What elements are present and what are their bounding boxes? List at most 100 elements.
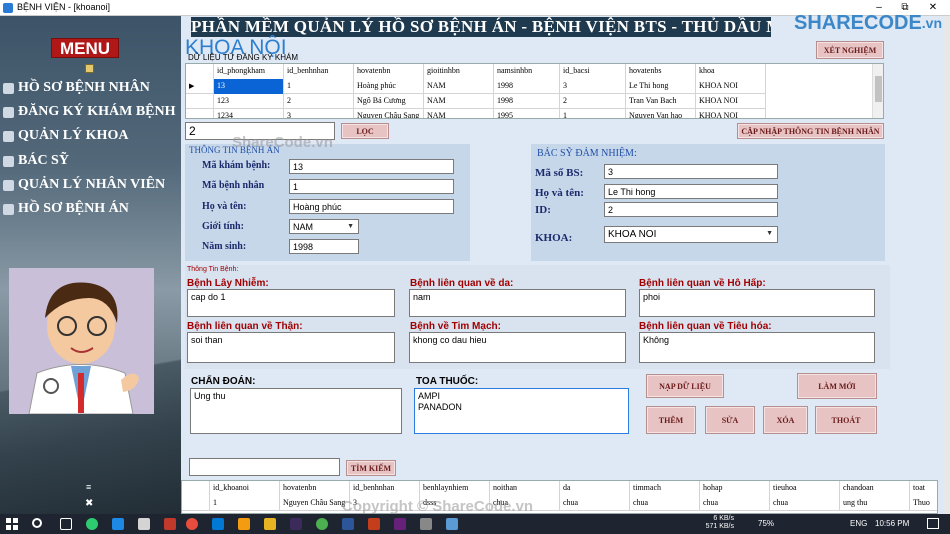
top-grid-label: DỮ LIỆU TỪ ĐĂNG KÝ KHÁM — [188, 53, 298, 62]
doctor-avatar — [9, 268, 154, 414]
app-icon[interactable] — [138, 518, 150, 530]
notification-icon[interactable] — [927, 518, 939, 529]
spotify-icon[interactable] — [86, 518, 98, 530]
window-scrollbar[interactable] — [944, 16, 950, 514]
prescription-field[interactable]: AMPI PANADON — [414, 388, 629, 434]
digestive-disease-field[interactable]: Không — [639, 332, 875, 363]
language-indicator[interactable]: ENG — [850, 519, 867, 528]
edit-button[interactable]: SỬA — [705, 406, 755, 434]
search-button[interactable]: TÌM KIẾM — [346, 460, 396, 476]
grid-header: id_phongkham id_benhnhan hovatenbn gioit… — [186, 64, 766, 79]
yandex-icon[interactable] — [186, 518, 198, 530]
explorer-app-icon[interactable] — [164, 518, 176, 530]
sidebar-item-label: HỒ SƠ BỆNH NHÂN — [18, 80, 150, 95]
doctor-panel: BÁC SỸ ĐẢM NHIỆM: Mã số BS: 3 Họ và tên:… — [531, 144, 885, 261]
loc-button[interactable]: LỌC — [341, 123, 389, 139]
respiratory-disease-field[interactable]: phoi — [639, 289, 875, 317]
kidney-disease-field[interactable]: soi than — [187, 332, 395, 363]
folder-icon[interactable] — [238, 518, 250, 530]
exit-button[interactable]: THOÁT — [815, 406, 877, 434]
sidebar-item-medical-records[interactable]: HỒ SƠ BỆNH ÁN — [3, 201, 129, 217]
table-row[interactable]: ▶ 13 1 Hoàng phúc NAM 1998 3 Le Thi hong… — [186, 79, 766, 94]
sidebar-item-registration[interactable]: ĐĂNG KÝ KHÁM BỆNH — [3, 104, 176, 120]
sidebar-item-label: QUẢN LÝ KHOA — [18, 128, 129, 143]
sidebar-item-label: BÁC SỸ — [18, 153, 69, 168]
department-icon — [3, 130, 14, 142]
update-patient-button[interactable]: CẬP NHẬP THÔNG TIN BỆNH NHÂN — [737, 123, 884, 139]
doctor-record-id-field[interactable]: 2 — [604, 202, 778, 217]
add-button[interactable]: THÊM — [646, 406, 696, 434]
todo-icon[interactable] — [112, 518, 124, 530]
search-input[interactable] — [189, 458, 340, 476]
registration-grid[interactable]: id_phongkham id_benhnhan hovatenbn gioit… — [185, 63, 884, 119]
menu-title: MENU — [51, 38, 119, 58]
refresh-button[interactable]: LÀM MỚI — [797, 373, 877, 399]
sidebar-item-patient-records[interactable]: HỒ SƠ BỆNH NHÂN — [3, 80, 150, 96]
register-icon — [3, 106, 14, 118]
vscode-icon[interactable] — [212, 518, 224, 530]
window-title: BỆNH VIỆN - [khoanoi] — [17, 2, 111, 12]
chrome-icon[interactable] — [316, 518, 328, 530]
section-title: BÁC SỸ ĐẢM NHIỆM: — [537, 148, 637, 159]
phpstorm-icon[interactable] — [290, 518, 302, 530]
sidebar: MENU HỒ SƠ BỆNH NHÂN ĐĂNG KÝ KHÁM BỆNH Q… — [0, 16, 181, 514]
app-banner: PHẦN MỀM QUẢN LÝ HỒ SƠ BỆNH ÁN - BỆNH VI… — [191, 17, 771, 37]
doctor-icon — [3, 155, 14, 167]
record-icon — [3, 203, 14, 215]
app-icon[interactable] — [420, 518, 432, 530]
birth-year-field[interactable]: 1998 — [289, 239, 359, 254]
staff-icon — [3, 179, 14, 191]
visual-studio-icon[interactable] — [394, 518, 406, 530]
department-select[interactable]: KHOA NOI ▼ — [604, 226, 778, 243]
task-view-icon[interactable] — [60, 518, 72, 530]
doctor-name-field[interactable]: Le Thi hong — [604, 184, 778, 199]
chevron-down-icon: ▼ — [347, 223, 354, 230]
powerpoint-icon[interactable] — [368, 518, 380, 530]
small-close-icon: ✖ — [85, 498, 94, 509]
main-window: MENU HỒ SƠ BỆNH NHÂN ĐĂNG KÝ KHÁM BỆNH Q… — [0, 12, 944, 515]
skin-disease-field[interactable]: nam — [409, 289, 626, 317]
sidebar-item-label: HỒ SƠ BỆNH ÁN — [18, 201, 129, 216]
filter-input[interactable]: 2 — [185, 122, 335, 140]
exam-id-field[interactable]: 13 — [289, 159, 454, 174]
patient-icon — [3, 82, 14, 94]
infectious-disease-field[interactable]: cap do 1 — [187, 289, 395, 317]
battery-level: 75% — [758, 519, 775, 528]
gender-select[interactable]: NAM ▼ — [289, 219, 359, 234]
diagnosis-field[interactable]: Ung thu — [190, 388, 402, 434]
patient-name-field[interactable]: Hoàng phúc — [289, 199, 454, 214]
table-row[interactable]: 1 Nguyen Châu Sang 3 dsss chua chua chua… — [182, 496, 937, 511]
word-icon[interactable] — [342, 518, 354, 530]
sidebar-item-doctors[interactable]: BÁC SỸ — [3, 153, 69, 169]
section-title: THÔNG TIN BỆNH ÁN — [189, 145, 280, 155]
grid-scrollbar[interactable] — [872, 64, 883, 118]
xet-nghiem-button[interactable]: XÉT NGHIỆM — [816, 41, 884, 59]
files-icon[interactable] — [264, 518, 276, 530]
disease-info-panel: Thông Tin Bệnh: Bệnh Lây Nhiễm: cap do 1… — [185, 265, 890, 369]
app-icon — [3, 3, 13, 13]
search-icon[interactable] — [32, 518, 42, 528]
menu-small-icon — [85, 64, 94, 73]
delete-button[interactable]: XÓA — [763, 406, 808, 434]
taskbar: 6 KB/s 571 KB/s 75% ENG 10:56 PM — [0, 514, 950, 534]
clock[interactable]: 10:56 PM — [875, 519, 909, 528]
running-app-icon[interactable] — [446, 518, 458, 530]
network-speed: 6 KB/s 571 KB/s — [705, 515, 734, 530]
patient-id-field[interactable]: 1 — [289, 179, 454, 194]
doctor-id-field[interactable]: 3 — [604, 164, 778, 179]
table-row[interactable]: 1234 3 Nguyen Châu Sang NAM 1995 1 Nguye… — [186, 109, 766, 118]
medical-record-panel: THÔNG TIN BỆNH ÁN Mã khám bệnh: 13 Mã bệ… — [185, 144, 470, 261]
windows-start-icon[interactable] — [6, 518, 18, 530]
sidebar-item-staff[interactable]: QUẢN LÝ NHÂN VIÊN — [3, 177, 165, 193]
sharecode-logo: SHARECODE .vn — [794, 11, 943, 34]
chevron-down-icon: ▼ — [766, 230, 773, 237]
sidebar-item-label: QUẢN LÝ NHÂN VIÊN — [18, 177, 166, 192]
records-grid[interactable]: id_khoanoi hovatenbn id_benhnhan benhlay… — [181, 480, 938, 514]
sidebar-item-departments[interactable]: QUẢN LÝ KHOA — [3, 128, 128, 144]
small-marker-icon: ≡ — [86, 482, 92, 492]
table-row[interactable]: 123 2 Ngô Bá Cương NAM 1998 2 Tran Van B… — [186, 94, 766, 109]
load-data-button[interactable]: NẠP DỮ LIỆU — [646, 374, 724, 398]
sidebar-item-label: ĐĂNG KÝ KHÁM BỆNH — [18, 104, 176, 119]
cardio-disease-field[interactable]: khong co dau hieu — [409, 332, 626, 363]
grid-header: id_khoanoi hovatenbn id_benhnhan benhlay… — [182, 481, 937, 496]
